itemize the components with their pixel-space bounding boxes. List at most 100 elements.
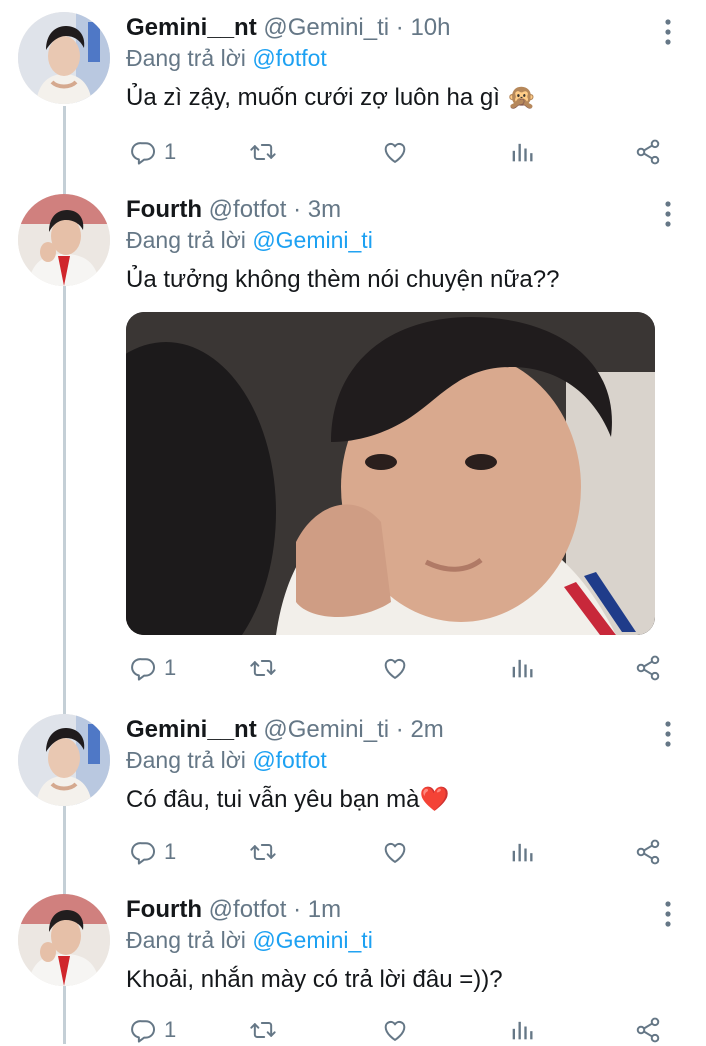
user-handle[interactable]: @Gemini_ti xyxy=(263,14,389,41)
share-button[interactable] xyxy=(634,136,662,168)
tweet-text: Khoải, nhắn mày có trả lời đâu =))? xyxy=(126,966,503,993)
like-button[interactable] xyxy=(380,836,410,868)
more-vertical-icon[interactable] xyxy=(660,18,676,46)
tweet[interactable]: Fourth @fotfot · 1m Đang trả lời @Gemini… xyxy=(0,894,706,1044)
analytics-button[interactable] xyxy=(508,1014,536,1046)
share-icon xyxy=(634,1016,662,1044)
tweet-photo[interactable] xyxy=(126,312,655,635)
replying-to-label: Đang trả lời xyxy=(126,747,246,773)
retweet-button[interactable] xyxy=(248,136,278,168)
more-vertical-icon[interactable] xyxy=(660,720,676,748)
tweet-text: Ủa zì zậy, muốn cưới zợ luôn ha gì 🙊 xyxy=(126,84,537,111)
timestamp[interactable]: 2m xyxy=(410,716,443,743)
display-name[interactable]: Gemini__nt xyxy=(126,716,257,743)
user-handle[interactable]: @fotfot xyxy=(209,196,287,223)
replying-to: Đang trả lời @fotfot xyxy=(126,745,327,775)
tweet-text: Có đâu, tui vẫn yêu bạn mà❤️ xyxy=(126,786,450,813)
retweet-icon xyxy=(248,1016,278,1044)
replying-to-mention[interactable]: @fotfot xyxy=(252,747,327,773)
tweet-header: Gemini__nt @Gemini_ti · 10h xyxy=(126,12,451,44)
replying-to-label: Đang trả lời xyxy=(126,227,246,253)
timestamp[interactable]: 3m xyxy=(308,196,341,223)
replying-to-label: Đang trả lời xyxy=(126,45,246,71)
avatar[interactable] xyxy=(18,894,110,986)
tweet-header: Gemini__nt @Gemini_ti · 2m xyxy=(126,714,444,746)
user-handle[interactable]: @Gemini_ti xyxy=(263,716,389,743)
separator-dot: · xyxy=(293,196,302,223)
reply-button[interactable]: 1 xyxy=(130,1014,176,1046)
tweet-actions: 1 xyxy=(126,1014,676,1046)
heart-icon xyxy=(380,1016,410,1044)
tweet-header: Fourth @fotfot · 3m xyxy=(126,194,341,226)
separator-dot: · xyxy=(395,14,404,41)
avatar-image xyxy=(18,12,110,104)
analytics-button[interactable] xyxy=(508,136,536,168)
separator-dot: · xyxy=(293,896,302,923)
share-button[interactable] xyxy=(634,836,662,868)
like-button[interactable] xyxy=(380,136,410,168)
more-vertical-icon[interactable] xyxy=(660,200,676,228)
analytics-icon xyxy=(508,138,536,166)
tweet-actions: 1 xyxy=(126,136,676,168)
reply-count: 1 xyxy=(164,839,177,864)
avatar[interactable] xyxy=(18,194,110,286)
display-name[interactable]: Fourth xyxy=(126,196,202,223)
tweet-actions: 1 xyxy=(126,652,676,684)
tweet[interactable]: Gemini__nt @Gemini_ti · 10h Đang trả lời… xyxy=(0,12,706,172)
share-icon xyxy=(634,654,662,682)
retweet-button[interactable] xyxy=(248,652,278,684)
user-handle[interactable]: @fotfot xyxy=(209,896,287,923)
replying-to: Đang trả lời @Gemini_ti xyxy=(126,925,373,955)
reply-icon xyxy=(130,1016,158,1044)
display-name[interactable]: Fourth xyxy=(126,896,202,923)
reply-icon xyxy=(130,838,158,866)
tweet-actions: 1 xyxy=(126,836,676,868)
reply-count: 1 xyxy=(164,655,177,680)
more-vertical-icon[interactable] xyxy=(660,900,676,928)
share-button[interactable] xyxy=(634,652,662,684)
replying-to: Đang trả lời @Gemini_ti xyxy=(126,225,373,255)
separator-dot: · xyxy=(395,716,404,743)
analytics-icon xyxy=(508,838,536,866)
reply-icon xyxy=(130,654,158,682)
heart-icon xyxy=(380,138,410,166)
analytics-icon xyxy=(508,1016,536,1044)
tweet-text: Ủa tưởng không thèm nói chuyện nữa?? xyxy=(126,266,560,293)
tweet-header: Fourth @fotfot · 1m xyxy=(126,894,341,926)
replying-to: Đang trả lời @fotfot xyxy=(126,43,327,73)
share-icon xyxy=(634,138,662,166)
heart-icon xyxy=(380,838,410,866)
analytics-button[interactable] xyxy=(508,836,536,868)
share-button[interactable] xyxy=(634,1014,662,1046)
replying-to-mention[interactable]: @Gemini_ti xyxy=(252,927,373,953)
tweet[interactable]: Gemini__nt @Gemini_ti · 2m Đang trả lời … xyxy=(0,714,706,874)
replying-to-label: Đang trả lời xyxy=(126,927,246,953)
reply-count: 1 xyxy=(164,139,177,164)
analytics-icon xyxy=(508,654,536,682)
avatar-image xyxy=(18,714,110,806)
reply-button[interactable]: 1 xyxy=(130,136,176,168)
avatar[interactable] xyxy=(18,12,110,104)
reply-button[interactable]: 1 xyxy=(130,652,176,684)
reply-icon xyxy=(130,138,158,166)
retweet-button[interactable] xyxy=(248,1014,278,1046)
reply-count: 1 xyxy=(164,1017,177,1042)
retweet-icon xyxy=(248,838,278,866)
retweet-button[interactable] xyxy=(248,836,278,868)
share-icon xyxy=(634,838,662,866)
heart-icon xyxy=(380,654,410,682)
analytics-button[interactable] xyxy=(508,652,536,684)
photo-image xyxy=(126,312,655,635)
display-name[interactable]: Gemini__nt xyxy=(126,14,257,41)
replying-to-mention[interactable]: @Gemini_ti xyxy=(252,227,373,253)
replying-to-mention[interactable]: @fotfot xyxy=(252,45,327,71)
like-button[interactable] xyxy=(380,652,410,684)
avatar-image xyxy=(18,194,110,286)
avatar[interactable] xyxy=(18,714,110,806)
timestamp[interactable]: 1m xyxy=(308,896,341,923)
avatar-image xyxy=(18,894,110,986)
tweet[interactable]: Fourth @fotfot · 3m Đang trả lời @Gemini… xyxy=(0,194,706,694)
reply-button[interactable]: 1 xyxy=(130,836,176,868)
timestamp[interactable]: 10h xyxy=(410,14,450,41)
like-button[interactable] xyxy=(380,1014,410,1046)
